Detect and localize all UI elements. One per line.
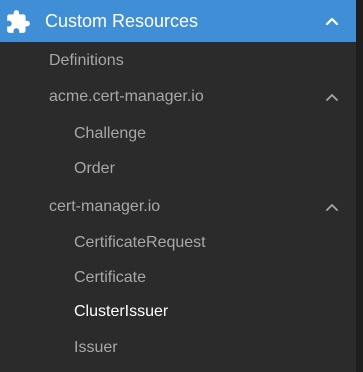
nav-group-cert-manager-io[interactable]: cert-manager.io: [0, 192, 356, 222]
puzzle-icon: [7, 10, 30, 33]
scroll-edge: [356, 0, 363, 372]
custom-resources-header[interactable]: Custom Resources: [0, 0, 356, 42]
nav-item-certificaterequest[interactable]: CertificateRequest: [74, 233, 206, 253]
nav-item-definitions[interactable]: Definitions: [49, 51, 124, 71]
nav-group-acme-cert-manager-io[interactable]: acme.cert-manager.io: [0, 82, 356, 112]
nav-item-certificate[interactable]: Certificate: [74, 268, 146, 288]
nav-item-challenge[interactable]: Challenge: [74, 124, 146, 144]
chevron-up-icon[interactable]: [325, 92, 339, 102]
nav-group-label-acme: acme.cert-manager.io: [49, 88, 204, 105]
custom-resources-label: Custom Resources: [45, 11, 199, 31]
chevron-up-icon[interactable]: [325, 202, 339, 212]
sidebar-nav: Custom Resources Definitions acme.cert-m…: [0, 0, 363, 372]
nav-item-order[interactable]: Order: [74, 159, 115, 179]
nav-item-issuer[interactable]: Issuer: [74, 338, 118, 358]
nav-item-clusterissuer[interactable]: ClusterIssuer: [74, 302, 168, 322]
nav-group-label-cert-manager: cert-manager.io: [49, 198, 161, 215]
chevron-up-icon[interactable]: [325, 16, 339, 26]
